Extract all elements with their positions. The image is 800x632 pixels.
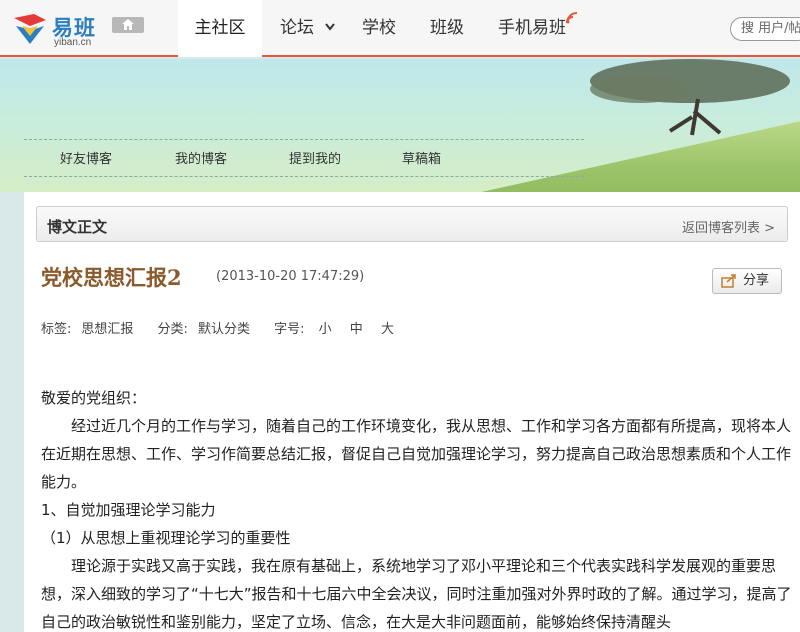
share-icon [721,274,736,288]
divider-line [24,176,584,177]
banner-tree-image [590,59,790,136]
nav-school[interactable]: 学校 [362,0,396,57]
body-paragraph: 敬爱的党组织： [41,389,147,407]
post-meta: 标签: 思想汇报 分类: 默认分类 字号: 小 中 大 [41,318,408,337]
category-link[interactable]: 默认分类 [198,322,250,337]
category-label: 分类: 默认分类 [158,322,260,337]
post-date: (2013-10-20 17:47:29) [216,269,365,284]
post-content-card: 博文正文 返回博客列表 > 党校思想汇报2 (2013-10-20 17:47:… [24,192,800,632]
tab-friends-blog[interactable]: 好友博客 [60,148,112,167]
section-header: 博文正文 返回博客列表 > [36,206,788,242]
share-label: 分享 [743,273,770,288]
body-paragraph: 经过近几个月的工作与学习，随着自己的工作环境变化，我从思想、工作和学习各方面都有… [41,417,792,491]
yiban-logo[interactable]: 易班 yiban.cn [12,10,104,48]
font-size-medium[interactable]: 中 [350,322,363,337]
body-paragraph: 1、自觉加强理论学习能力 [41,501,216,519]
back-to-list-link[interactable]: 返回博客列表 > [682,217,775,236]
logo-subtext: yiban.cn [54,37,92,48]
signal-icon [566,12,578,24]
yiban-logo-icon [14,14,46,44]
tags-label-text: 标签: [41,322,72,337]
tab-my-blog[interactable]: 我的博客 [175,148,227,167]
font-size-small[interactable]: 小 [319,322,332,337]
post-body: 敬爱的党组织： 经过近几个月的工作与学习，随着自己的工作环境变化，我从思想、工作… [41,384,793,632]
tab-drafts[interactable]: 草稿箱 [402,148,441,167]
post-title: 党校思想汇报2 [41,265,182,290]
font-size-large[interactable]: 大 [381,322,394,337]
nav-mobile-label: 手机易班 [498,18,566,38]
home-icon [122,19,134,30]
nav-main-community[interactable]: 主社区 [178,0,262,57]
tab-mentions[interactable]: 提到我的 [289,148,341,167]
section-title: 博文正文 [47,218,108,236]
body-paragraph: （1）从思想上重视理论学习的重要性 [41,529,291,547]
nav-mobile-yiban[interactable]: 手机易班 [498,0,578,57]
font-size-label: 字号: [274,322,305,337]
chevron-down-icon [325,23,335,31]
nav-class[interactable]: 班级 [430,0,464,57]
category-label-text: 分类: [157,322,188,337]
top-nav-bar: 易班 yiban.cn 主社区 论坛 学校 班级 手机易班 搜 用户/帖 [0,0,800,57]
share-button[interactable]: 分享 [712,268,782,294]
search-input[interactable]: 搜 用户/帖 [730,17,800,41]
blog-banner: 好友博客 我的博客 提到我的 草稿箱 [0,59,800,192]
divider-line [24,139,584,140]
nav-forum[interactable]: 论坛 [280,0,335,57]
nav-forum-label: 论坛 [280,18,314,38]
tags-label: 标签: 思想汇报 [41,322,143,337]
tag-link[interactable]: 思想汇报 [81,322,133,337]
home-button[interactable] [112,17,144,33]
body-paragraph: 理论源于实践又高于实践，我在原有基础上，系统地学习了邓小平理论和三个代表实践科学… [41,557,792,631]
